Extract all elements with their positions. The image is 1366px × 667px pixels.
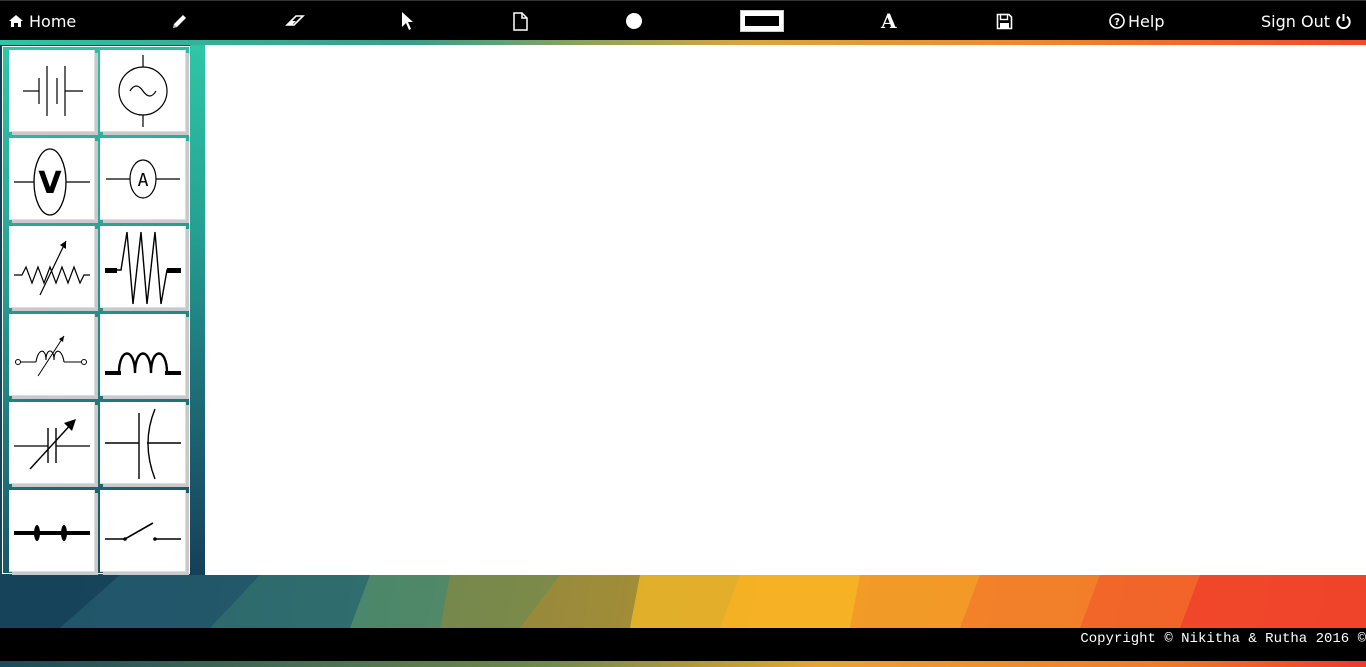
power-icon [1336, 13, 1351, 29]
inductor-component[interactable] [100, 314, 186, 396]
svg-text:?: ? [1114, 17, 1120, 28]
eraser-tool-button[interactable] [285, 1, 305, 41]
rectangle-icon [740, 10, 784, 32]
fuse-icon [14, 525, 90, 541]
footer: Copyright © Nikitha & Rutha 2016 © [0, 628, 1366, 661]
pencil-tool-button[interactable] [171, 1, 188, 41]
voltmeter-component[interactable]: V [9, 138, 95, 220]
sidebar-edge [190, 45, 205, 575]
sign-out-button[interactable]: Sign Out [1261, 1, 1352, 41]
voltmeter-icon: V [14, 148, 90, 216]
switch-icon [105, 522, 181, 541]
help-button[interactable]: ? Help [1109, 1, 1164, 41]
text-tool-button[interactable]: A [881, 1, 897, 41]
pencil-icon [173, 14, 186, 28]
inductor-icon [105, 352, 181, 375]
bottom-accent-strip [0, 661, 1366, 667]
resistor-icon [105, 231, 181, 305]
help-label: Help [1128, 11, 1165, 31]
circle-icon [626, 13, 642, 29]
sign-out-label: Sign Out [1261, 11, 1330, 31]
capacitor-icon [105, 408, 181, 480]
voltmeter-letter: V [38, 166, 62, 201]
new-page-icon [513, 11, 528, 31]
ac-source-component[interactable] [100, 50, 186, 132]
eraser-icon [285, 15, 305, 26]
variable-capacitor-component[interactable] [9, 402, 95, 484]
ammeter-letter: A [138, 170, 149, 191]
rectangle-tool-button[interactable] [739, 1, 785, 41]
capacitor-component[interactable] [100, 402, 186, 484]
text-icon: A [881, 9, 897, 33]
component-palette: V A [2, 46, 190, 574]
circle-tool-button[interactable] [625, 1, 643, 41]
home-label: Home [29, 11, 77, 31]
ammeter-component[interactable]: A [100, 138, 186, 220]
rheostat-component[interactable] [9, 226, 95, 308]
fuse-component[interactable] [9, 490, 95, 572]
copyright-text: Copyright © Nikitha & Rutha 2016 © [1080, 631, 1366, 647]
variable-capacitor-icon [14, 419, 90, 470]
ammeter-icon: A [106, 159, 180, 199]
save-icon [996, 13, 1013, 29]
save-button[interactable] [996, 1, 1013, 41]
help-icon: ? [1109, 13, 1125, 29]
new-page-button[interactable] [512, 1, 528, 41]
pointer-icon [402, 12, 413, 30]
home-button[interactable]: Home [8, 1, 76, 41]
drawing-canvas[interactable] [205, 45, 1366, 575]
variable-inductor-component[interactable] [9, 314, 95, 396]
resistor-component[interactable] [100, 226, 186, 308]
rheostat-icon [14, 240, 90, 296]
home-icon [9, 15, 23, 27]
battery-icon [23, 66, 83, 116]
top-toolbar: Home A ? Help Sign Out [0, 0, 1366, 40]
ac-source-icon [118, 55, 168, 127]
battery-component[interactable] [9, 50, 95, 132]
select-tool-button[interactable] [401, 1, 415, 41]
switch-component[interactable] [100, 490, 186, 572]
variable-inductor-icon [15, 335, 87, 377]
